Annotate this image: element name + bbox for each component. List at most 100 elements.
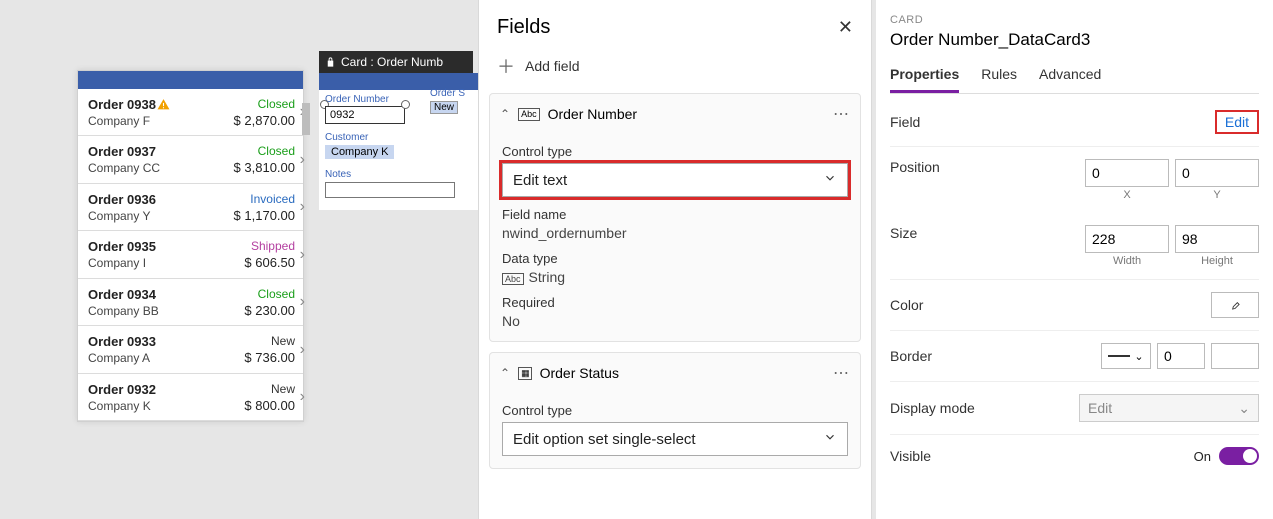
order-name: Order 0934 xyxy=(88,287,159,304)
order-list-header xyxy=(78,71,303,89)
order-status: New xyxy=(271,334,295,350)
border-width-input[interactable] xyxy=(1157,343,1205,369)
mini-order-status-value[interactable]: New xyxy=(430,101,458,114)
control-type-dropdown-status[interactable]: Edit option set single-select xyxy=(502,422,848,456)
order-price: $ 736.00 xyxy=(244,350,295,367)
order-status: Invoiced xyxy=(250,192,295,208)
mini-order-number-label: Order Number xyxy=(325,94,405,105)
chevron-right-icon: › xyxy=(300,246,305,264)
position-y-input[interactable] xyxy=(1175,159,1259,187)
card-type-label: CARD xyxy=(890,14,1259,26)
scroll-down-icon[interactable] xyxy=(302,103,310,135)
visible-toggle[interactable] xyxy=(1219,447,1259,465)
display-mode-value: Edit xyxy=(1088,400,1112,416)
chevron-down-icon xyxy=(823,430,837,448)
text-type-icon: Abc xyxy=(518,108,540,121)
visible-state: On xyxy=(1194,449,1211,464)
mini-notes-input[interactable] xyxy=(325,182,455,198)
card-name: Order Number_DataCard3 xyxy=(890,30,1259,50)
mini-customer-value[interactable]: Company K xyxy=(325,145,394,159)
order-name: Order 0932 xyxy=(88,382,156,399)
order-name: Order 0935 xyxy=(88,239,156,256)
field-card-head-status[interactable]: ⌃ ▦ Order Status ⋯ xyxy=(490,353,860,393)
chevron-right-icon: › xyxy=(300,293,305,311)
order-company: Company CC xyxy=(88,161,160,177)
properties-tabs: Properties Rules Advanced xyxy=(890,60,1259,94)
y-sub: Y xyxy=(1175,189,1259,201)
order-status: New xyxy=(271,382,295,398)
order-row[interactable]: Order 0935Company IShipped$ 606.50› xyxy=(78,231,303,278)
order-company: Company Y xyxy=(88,209,156,225)
more-icon[interactable]: ⋯ xyxy=(833,104,850,124)
required-value: No xyxy=(502,313,848,329)
field-name-label: Field name xyxy=(502,207,848,222)
tab-rules[interactable]: Rules xyxy=(981,60,1017,93)
order-list: Order 0938Company FClosed$ 2,870.00›Orde… xyxy=(77,70,304,422)
chevron-right-icon: › xyxy=(300,198,305,216)
field-card-heading: Order Number xyxy=(548,106,637,122)
chevron-up-icon: ⌃ xyxy=(500,107,510,121)
order-company: Company F xyxy=(88,114,170,130)
color-picker[interactable] xyxy=(1211,292,1259,318)
edit-field-button[interactable]: Edit xyxy=(1215,110,1259,134)
width-input[interactable] xyxy=(1085,225,1169,253)
order-status: Shipped xyxy=(251,239,295,255)
card-preview: Order Number Customer Company K Notes xyxy=(319,51,479,210)
more-icon[interactable]: ⋯ xyxy=(833,363,850,383)
size-label: Size xyxy=(890,225,1085,241)
order-row[interactable]: Order 0932Company K New$ 800.00 › xyxy=(78,374,303,421)
border-color-picker[interactable] xyxy=(1211,343,1259,369)
chevron-right-icon: › xyxy=(300,341,305,359)
close-icon[interactable]: ✕ xyxy=(838,17,853,38)
order-row[interactable]: Order 0938Company FClosed$ 2,870.00› xyxy=(78,89,303,136)
order-name: Order 0936 xyxy=(88,192,156,209)
x-sub: X xyxy=(1085,189,1169,201)
height-input[interactable] xyxy=(1175,225,1259,253)
chevron-down-icon: ⌄ xyxy=(1134,350,1143,363)
string-type-icon: Abc xyxy=(502,273,524,285)
display-mode-label: Display mode xyxy=(890,400,1079,416)
order-company: Company K xyxy=(88,399,156,415)
mini-notes-label: Notes xyxy=(325,169,473,180)
mini-order-number-input[interactable] xyxy=(325,106,405,124)
h-sub: Height xyxy=(1175,255,1259,267)
fields-title: Fields xyxy=(497,16,550,39)
tab-advanced[interactable]: Advanced xyxy=(1039,60,1101,93)
visible-label: Visible xyxy=(890,448,1194,464)
chevron-right-icon: › xyxy=(300,151,305,169)
control-type-value-status: Edit option set single-select xyxy=(513,431,696,448)
order-row[interactable]: Order 0934Company BB Closed$ 230.00 › xyxy=(78,279,303,326)
border-style-dropdown[interactable]: ⌄ xyxy=(1101,343,1151,369)
order-name: Order 0937 xyxy=(88,144,160,161)
control-type-dropdown[interactable]: Edit text xyxy=(502,163,848,197)
plus-icon: ＋ xyxy=(497,53,515,79)
order-company: Company A xyxy=(88,351,156,367)
field-card-head[interactable]: ⌃ Abc Order Number ⋯ xyxy=(490,94,860,134)
optionset-type-icon: ▦ xyxy=(518,367,532,380)
field-label: Field xyxy=(890,114,1215,130)
order-price: $ 800.00 xyxy=(244,398,295,415)
add-field-button[interactable]: ＋ Add field xyxy=(479,49,871,93)
order-company: Company BB xyxy=(88,304,159,320)
mini-order-status-label: Order S xyxy=(430,88,465,99)
warning-icon xyxy=(157,98,170,111)
control-type-value: Edit text xyxy=(513,172,567,189)
order-status: Closed xyxy=(258,287,295,303)
field-card-heading-status: Order Status xyxy=(540,365,619,381)
chevron-right-icon: › xyxy=(300,388,305,406)
w-sub: Width xyxy=(1085,255,1169,267)
display-mode-dropdown[interactable]: Edit ⌄ xyxy=(1079,394,1259,422)
border-label: Border xyxy=(890,348,1101,364)
order-row[interactable]: Order 0936Company Y Invoiced$ 1,170.00 › xyxy=(78,184,303,231)
order-price: $ 1,170.00 xyxy=(234,208,295,225)
tab-properties[interactable]: Properties xyxy=(890,60,959,93)
add-field-label: Add field xyxy=(525,58,579,74)
mini-order-status: Order S New xyxy=(430,88,465,114)
order-row[interactable]: Order 0937Company CCClosed$ 3,810.00› xyxy=(78,136,303,183)
order-price: $ 2,870.00 xyxy=(234,113,295,130)
order-price: $ 230.00 xyxy=(244,303,295,320)
control-type-label-status: Control type xyxy=(502,403,848,418)
field-card-order-status: ⌃ ▦ Order Status ⋯ Control type Edit opt… xyxy=(489,352,861,469)
order-row[interactable]: Order 0933Company ANew$ 736.00› xyxy=(78,326,303,373)
position-x-input[interactable] xyxy=(1085,159,1169,187)
